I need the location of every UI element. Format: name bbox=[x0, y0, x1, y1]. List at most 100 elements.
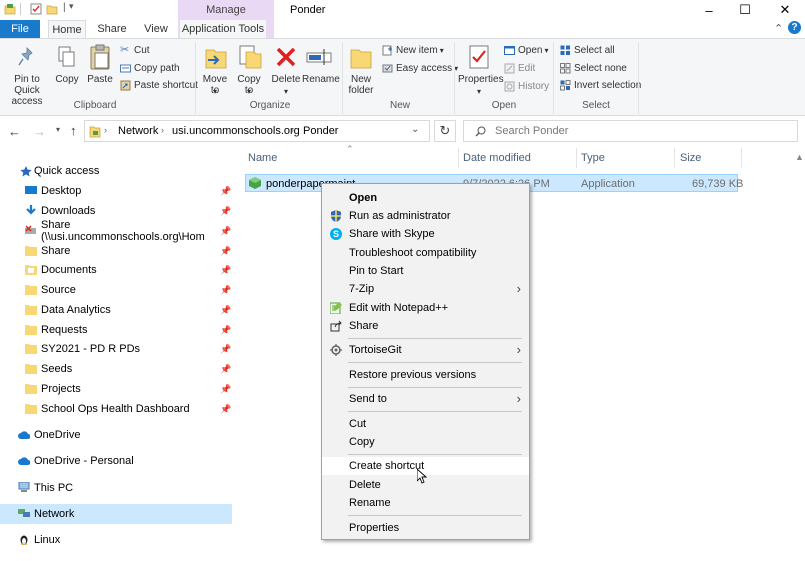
nav-item-desktop[interactable]: Desktop 📌 bbox=[0, 181, 232, 201]
nav-item-share-home[interactable]: Share (\\usi.uncommonschools.org\Hom 📌 bbox=[0, 219, 232, 243]
nav-item-documents[interactable]: Documents 📌 bbox=[0, 260, 232, 280]
breadcrumb-ponder[interactable]: Ponder bbox=[303, 125, 338, 137]
delete-chevron-down-icon[interactable]: ▾ bbox=[280, 86, 292, 97]
cut-button[interactable]: ✂ Cut bbox=[120, 45, 150, 57]
pin-to-quick-access-button[interactable]: Pin to Quick access bbox=[2, 74, 52, 107]
new-folder-button[interactable]: New folder bbox=[346, 74, 376, 96]
menu-item-tortoisegit[interactable]: TortoiseGit › bbox=[322, 341, 529, 359]
copy-button[interactable]: Copy bbox=[54, 74, 80, 85]
nav-linux[interactable]: Linux bbox=[0, 530, 232, 550]
nav-onedrive-label: OneDrive bbox=[34, 429, 81, 441]
tab-view[interactable]: View bbox=[138, 20, 174, 38]
recent-locations-chevron-down-icon[interactable]: ▾ bbox=[56, 125, 60, 134]
tab-share[interactable]: Share bbox=[94, 20, 130, 38]
collapse-ribbon-icon[interactable]: ⌃ bbox=[774, 22, 783, 35]
paste-shortcut-button[interactable]: Paste shortcut bbox=[120, 80, 198, 91]
manage-context-label[interactable]: Manage bbox=[178, 4, 274, 16]
select-none-button[interactable]: Select none bbox=[560, 63, 627, 74]
column-header-type[interactable]: Type bbox=[581, 148, 605, 168]
paste-button[interactable]: Paste bbox=[86, 74, 114, 85]
nav-quick-access[interactable]: Quick access bbox=[0, 161, 232, 181]
nav-onedrive-personal[interactable]: OneDrive - Personal bbox=[0, 451, 232, 471]
menu-item-notepadpp[interactable]: Edit with Notepad++ bbox=[322, 299, 529, 317]
menu-item-restore-versions[interactable]: Restore previous versions bbox=[322, 366, 529, 384]
qa-customize-icon[interactable]: | bbox=[63, 2, 66, 13]
menu-item-send-to[interactable]: Send to › bbox=[322, 390, 529, 408]
open-button[interactable]: Open ▾ bbox=[504, 45, 548, 56]
nav-onedrive[interactable]: OneDrive bbox=[0, 425, 232, 445]
properties-button[interactable]: Properties bbox=[458, 74, 504, 85]
delete-button[interactable]: Delete bbox=[270, 74, 302, 85]
maximize-button[interactable]: ☐ bbox=[726, 0, 764, 20]
paste-icon bbox=[90, 44, 110, 70]
column-divider[interactable] bbox=[674, 148, 675, 168]
nav-item-school-ops[interactable]: School Ops Health Dashboard 📌 bbox=[0, 399, 232, 419]
nav-item-requests[interactable]: Requests 📌 bbox=[0, 320, 232, 340]
copy-to-chevron-down-icon[interactable]: ▾ bbox=[243, 86, 255, 97]
easy-access-button[interactable]: Easy access ▾ bbox=[382, 63, 458, 74]
folder-icon bbox=[25, 344, 37, 354]
tab-home[interactable]: Home bbox=[48, 20, 86, 38]
tab-file[interactable]: File bbox=[0, 20, 40, 38]
column-divider[interactable] bbox=[741, 148, 742, 168]
menu-item-properties[interactable]: Properties bbox=[322, 519, 529, 537]
menu-item-share-skype[interactable]: S Share with Skype bbox=[322, 225, 529, 243]
menu-item-copy-label: Copy bbox=[349, 436, 375, 448]
nav-item-downloads[interactable]: Downloads 📌 bbox=[0, 201, 232, 221]
delete-x-icon bbox=[276, 47, 296, 67]
properties-qa-icon[interactable] bbox=[30, 3, 42, 15]
open-chevron-down-icon: ▾ bbox=[544, 46, 549, 55]
menu-item-troubleshoot[interactable]: Troubleshoot compatibility bbox=[322, 244, 529, 262]
breadcrumb-domain[interactable]: usi.uncommonschools.org bbox=[172, 125, 300, 137]
help-icon[interactable]: ? bbox=[788, 21, 801, 34]
menu-item-open[interactable]: Open bbox=[322, 189, 529, 207]
chevron-down-icon[interactable]: ▾ bbox=[69, 1, 74, 12]
nav-item-seeds[interactable]: Seeds 📌 bbox=[0, 359, 232, 379]
copy-path-button[interactable]: Copy path bbox=[120, 63, 180, 74]
tab-application-tools[interactable]: Application Tools bbox=[180, 20, 266, 38]
close-button[interactable]: ✕ bbox=[766, 0, 804, 20]
select-all-button[interactable]: Select all bbox=[560, 45, 615, 56]
nav-network[interactable]: Network bbox=[0, 504, 232, 524]
invert-selection-button[interactable]: Invert selection bbox=[560, 80, 641, 91]
nav-item-source[interactable]: Source 📌 bbox=[0, 280, 232, 300]
column-header-size[interactable]: Size bbox=[680, 148, 701, 168]
nav-item-data-analytics[interactable]: Data Analytics 📌 bbox=[0, 300, 232, 320]
breadcrumb-network[interactable]: Network bbox=[118, 125, 158, 137]
new-folder-qa-icon[interactable] bbox=[46, 3, 58, 15]
menu-item-7zip[interactable]: 7-Zip › bbox=[322, 280, 529, 298]
column-header-name[interactable]: Name bbox=[248, 148, 277, 168]
scroll-up-icon[interactable]: ▲ bbox=[795, 152, 804, 162]
history-button[interactable]: History bbox=[504, 81, 549, 92]
nav-item-projects[interactable]: Projects 📌 bbox=[0, 379, 232, 399]
column-divider[interactable] bbox=[576, 148, 577, 168]
edit-button[interactable]: Edit bbox=[504, 63, 535, 74]
menu-item-7zip-label: 7-Zip bbox=[349, 283, 375, 295]
menu-item-copy[interactable]: Copy bbox=[322, 433, 529, 451]
menu-item-pin-start[interactable]: Pin to Start bbox=[322, 262, 529, 280]
refresh-icon[interactable]: ↻ bbox=[434, 120, 456, 142]
menu-item-run-as-admin[interactable]: Run as administrator bbox=[322, 207, 529, 225]
menu-item-cut[interactable]: Cut bbox=[322, 415, 529, 433]
properties-chevron-down-icon[interactable]: ▾ bbox=[473, 86, 485, 97]
new-item-button[interactable]: New item ▾ bbox=[382, 45, 444, 56]
minimize-button[interactable]: – bbox=[690, 0, 728, 20]
folder-icon bbox=[25, 246, 37, 256]
column-header-date-modified[interactable]: Date modified bbox=[463, 148, 531, 168]
nav-item-share[interactable]: Share 📌 bbox=[0, 241, 232, 261]
forward-arrow-icon[interactable]: → bbox=[33, 124, 46, 139]
up-arrow-icon[interactable]: ↑ bbox=[70, 123, 77, 138]
menu-item-rename[interactable]: Rename bbox=[322, 494, 529, 512]
nav-this-pc[interactable]: This PC bbox=[0, 478, 232, 498]
column-divider[interactable] bbox=[458, 148, 459, 168]
rename-button[interactable]: Rename bbox=[302, 74, 340, 85]
pin-icon: 📌 bbox=[220, 304, 232, 315]
back-arrow-icon[interactable]: ← bbox=[8, 124, 21, 139]
nav-item-share-label: Share bbox=[41, 245, 71, 257]
rename-icon bbox=[306, 49, 332, 65]
move-to-chevron-down-icon[interactable]: ▾ bbox=[209, 86, 221, 97]
menu-item-share[interactable]: Share bbox=[322, 317, 529, 335]
nav-item-sy2021[interactable]: SY2021 - PD R PDs 📌 bbox=[0, 339, 232, 359]
nav-item-desktop-label: Desktop bbox=[41, 185, 82, 197]
address-history-chevron-down-icon[interactable]: ⌄ bbox=[411, 124, 419, 135]
